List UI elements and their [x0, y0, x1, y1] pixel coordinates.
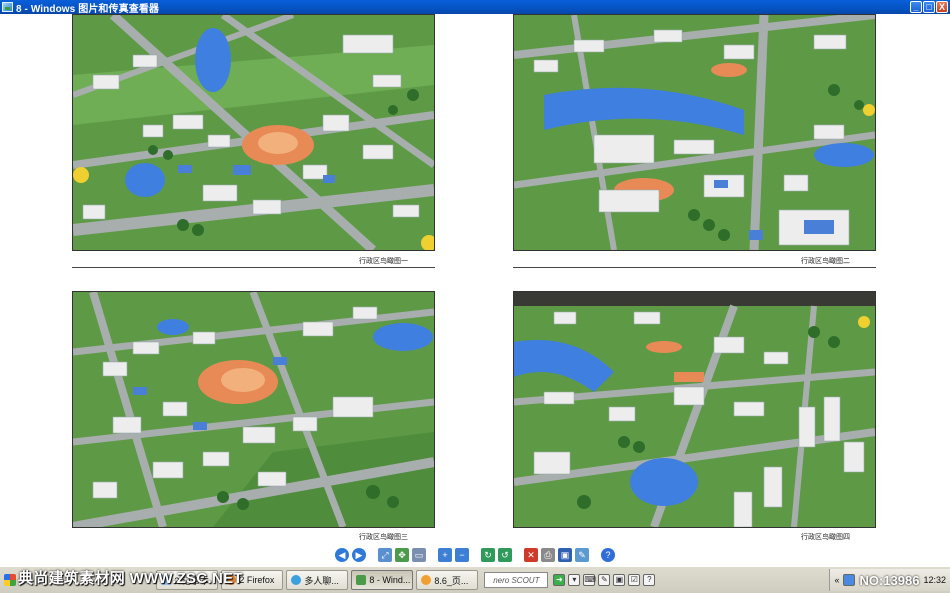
taskbar-item-chat[interactable]: 多人聊... [286, 570, 349, 590]
photo-viewer-window: 8 - Windows 图片和传真查看器 _ □ X 行政区鸟瞰图一 行政区鸟瞰… [0, 0, 950, 593]
keyboard-icon[interactable]: ⌨ [583, 574, 596, 586]
aerial-view-1 [72, 14, 435, 251]
caption-1: 行政区鸟瞰图一 [359, 257, 408, 265]
maximize-button[interactable]: □ [923, 1, 935, 13]
dropdown-icon[interactable]: ▾ [568, 574, 581, 586]
aerial-image-4 [514, 292, 875, 527]
picture-viewer-icon [356, 575, 367, 585]
actual-size-icon[interactable]: ✥ [395, 548, 409, 562]
previous-image-icon[interactable]: ◀ [335, 548, 349, 562]
document-page: 行政区鸟瞰图一 行政区鸟瞰图二 行政区鸟瞰图三 行政区鸟瞰图四 [71, 14, 879, 544]
aerial-view-3 [72, 291, 435, 528]
window-controls: _ □ X [910, 1, 948, 13]
image-id-overlay: NO:13986 [859, 572, 920, 588]
best-fit-icon[interactable]: ⤢ [378, 548, 392, 562]
nero-search-box[interactable]: nero SCOUT [484, 572, 549, 588]
aerial-image-3 [73, 292, 434, 527]
chat-icon [291, 575, 302, 585]
slideshow-icon[interactable]: ▭ [412, 548, 426, 562]
save-icon[interactable]: ▣ [558, 548, 572, 562]
taskbar-item-picture-viewer[interactable]: 8 - Wind... [351, 570, 414, 590]
viewer-toolbar: ◀ ▶ ⤢ ✥ ▭ + − ↻ ↺ ✕ ⎙ ▣ ✎ ? [0, 544, 950, 566]
taskbar-item-page[interactable]: 8.6_页... [416, 570, 479, 590]
window-title: 8 - Windows 图片和传真查看器 [16, 3, 160, 15]
windows-logo-icon [4, 574, 16, 586]
minimize-button[interactable]: _ [910, 1, 922, 13]
help-icon[interactable]: ? [601, 548, 615, 562]
aerial-image-2 [514, 15, 875, 250]
caption-4: 行政区鸟瞰图四 [801, 533, 850, 541]
help-tray-icon[interactable]: ? [643, 574, 656, 586]
caption-rule-1 [72, 267, 435, 268]
caption-3: 行政区鸟瞰图三 [359, 533, 408, 541]
system-tray: « NO:13986 12:32 [829, 569, 950, 591]
aerial-image-1 [73, 15, 434, 250]
site-watermark: 典尚建筑素材网 WWW.ZSC.NET [18, 570, 243, 587]
title-bar[interactable]: 8 - Windows 图片和传真查看器 _ □ X [0, 0, 950, 15]
monitor-icon[interactable]: ▣ [613, 574, 626, 586]
clock: 12:32 [923, 575, 946, 585]
aerial-view-4 [513, 291, 876, 528]
rotate-clockwise-icon[interactable]: ↻ [481, 548, 495, 562]
zoom-in-icon[interactable]: + [438, 548, 452, 562]
caption-rule-2 [513, 267, 876, 268]
network-icon[interactable] [843, 574, 856, 586]
quick-launch: ➜ ▾ ⌨ ✎ ▣ ☑ ? [553, 574, 656, 586]
print-icon[interactable]: ⎙ [541, 548, 555, 562]
tray-expand-icon[interactable]: « [834, 575, 839, 585]
edit-icon[interactable]: ✎ [575, 548, 589, 562]
go-arrow-icon[interactable]: ➜ [553, 574, 566, 586]
tool-icon[interactable]: ✎ [598, 574, 611, 586]
aerial-view-2 [513, 14, 876, 251]
checkbox-icon[interactable]: ☑ [628, 574, 641, 586]
picture-viewer-icon [2, 2, 13, 12]
page-icon [421, 575, 432, 585]
close-button[interactable]: X [936, 1, 948, 13]
rotate-counterclockwise-icon[interactable]: ↺ [498, 548, 512, 562]
next-image-icon[interactable]: ▶ [352, 548, 366, 562]
zoom-out-icon[interactable]: − [455, 548, 469, 562]
caption-2: 行政区鸟瞰图二 [801, 257, 850, 265]
delete-icon[interactable]: ✕ [524, 548, 538, 562]
image-canvas[interactable]: 行政区鸟瞰图一 行政区鸟瞰图二 行政区鸟瞰图三 行政区鸟瞰图四 [0, 14, 950, 544]
